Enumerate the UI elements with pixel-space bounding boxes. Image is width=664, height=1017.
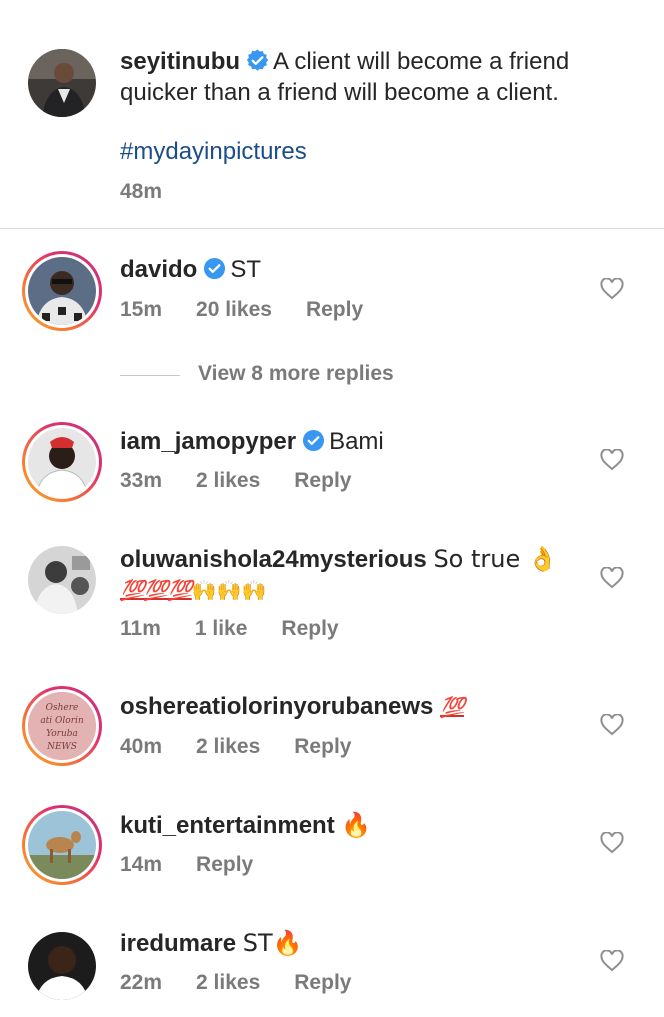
comment-time: 15m: [120, 298, 163, 321]
raised-hands-emojis: 🙌🙌🙌: [191, 578, 267, 602]
comment-time: 33m: [120, 469, 163, 492]
comment-meta: 33m 2 likes Reply: [120, 469, 385, 493]
reply-button[interactable]: Reply: [281, 617, 338, 640]
comment-username[interactable]: kuti_entertainment: [120, 812, 335, 839]
comment-text: ST: [230, 256, 262, 283]
comment-username[interactable]: oshereatiolorinyorubanews: [120, 693, 433, 720]
comment-meta: 11m 1 like Reply: [120, 617, 373, 641]
comment-avatar[interactable]: Oshere ati Olorin Yoruba NEWS: [22, 686, 102, 766]
person-photo-icon: [28, 49, 96, 117]
view-more-label[interactable]: View 8 more replies: [198, 362, 394, 386]
comment-text: ST🔥: [242, 929, 303, 957]
comment-time: 22m: [120, 971, 163, 994]
verified-badge-icon: [303, 429, 325, 452]
comment-username[interactable]: iredumare: [120, 930, 236, 957]
comment-line: kuti_entertainment 🔥: [120, 810, 371, 841]
comment-line-2: 💯💯💯🙌🙌🙌: [120, 574, 266, 606]
svg-text:NEWS: NEWS: [46, 742, 77, 752]
reply-button[interactable]: Reply: [294, 971, 351, 994]
verified-badge-icon: [246, 49, 269, 71]
comment-time: 14m: [120, 853, 163, 876]
heart-icon[interactable]: [600, 278, 624, 300]
caption-username[interactable]: seyitinubu: [120, 48, 240, 75]
comment-likes[interactable]: 20 likes: [196, 298, 272, 321]
comment-username[interactable]: iam_jamopyper: [120, 428, 296, 455]
comment-text: 💯: [440, 695, 465, 719]
goat-photo-icon: [28, 811, 96, 879]
comment-avatar[interactable]: [28, 932, 96, 1000]
person-photo-icon: [28, 932, 96, 1000]
comment-likes[interactable]: 2 likes: [196, 735, 260, 758]
hundred-emojis: 💯💯💯: [120, 578, 193, 602]
comment-avatar[interactable]: [22, 805, 102, 885]
reply-button[interactable]: Reply: [306, 298, 363, 321]
news-logo-image: Oshere ati Olorin Yoruba NEWS: [28, 692, 96, 760]
svg-text:Oshere: Oshere: [46, 703, 79, 713]
comment-line: oluwanishola24mysterious So true 👌: [120, 544, 558, 575]
post-caption: seyitinubu A client will become a friend …: [0, 0, 664, 229]
divider: [120, 375, 180, 376]
comment-line: iredumare ST🔥: [120, 928, 303, 959]
person-photo-icon: [28, 428, 96, 496]
caption-line-1: seyitinubu A client will become a friend: [120, 46, 569, 77]
verified-badge-icon: [204, 257, 226, 280]
heart-icon[interactable]: [600, 714, 624, 736]
caption-line-2: quicker than a friend will become a clie…: [120, 79, 559, 106]
comment-time: 11m: [120, 617, 161, 640]
caption-text-1: A client will become a friend: [273, 48, 570, 75]
person-photo-icon: [28, 257, 96, 325]
comment-meta: 40m 2 likes Reply: [120, 735, 385, 759]
caption-hashtag[interactable]: #mydayinpictures: [120, 138, 307, 166]
comment-meta: 22m 2 likes Reply: [120, 971, 385, 995]
caption-avatar[interactable]: [28, 49, 96, 117]
comment-line: oshereatiolorinyorubanews 💯: [120, 691, 465, 723]
comment-meta: 15m 20 likes Reply: [120, 298, 397, 322]
heart-icon[interactable]: [600, 832, 624, 854]
heart-icon[interactable]: [600, 567, 624, 589]
comment-text: 🔥: [341, 811, 372, 839]
comment-text: So true 👌: [433, 545, 558, 573]
reply-button[interactable]: Reply: [294, 735, 351, 758]
comment-username[interactable]: davido: [120, 256, 197, 283]
comment-username[interactable]: oluwanishola24mysterious: [120, 546, 427, 573]
comment-time: 40m: [120, 735, 163, 758]
svg-text:ati Olorin: ati Olorin: [40, 716, 84, 726]
comment-avatar[interactable]: [22, 251, 102, 331]
svg-text:Yoruba: Yoruba: [46, 729, 78, 739]
comment-likes[interactable]: 2 likes: [196, 971, 260, 994]
reply-button[interactable]: Reply: [196, 853, 253, 876]
person-photo-icon: [28, 546, 96, 614]
caption-time: 48m: [120, 180, 163, 203]
comment-avatar[interactable]: [22, 422, 102, 502]
heart-icon[interactable]: [600, 449, 624, 471]
comment-likes[interactable]: 2 likes: [196, 469, 260, 492]
comment-text: Bami: [329, 428, 384, 455]
comment-avatar[interactable]: [28, 546, 96, 614]
comment-line: davido ST: [120, 254, 261, 285]
comment-line: iam_jamopyper Bami: [120, 426, 384, 457]
reply-button[interactable]: Reply: [294, 469, 351, 492]
heart-icon[interactable]: [600, 950, 624, 972]
comment-meta: 14m Reply: [120, 853, 287, 877]
comment-likes[interactable]: 1 like: [195, 617, 248, 640]
